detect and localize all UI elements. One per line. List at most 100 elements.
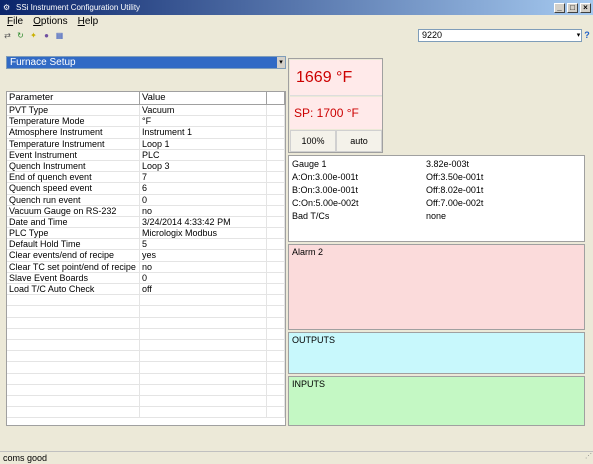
value-cell[interactable] [140, 395, 267, 407]
value-cell[interactable]: Loop 1 [140, 138, 267, 149]
table-row[interactable]: PVT Type Vacuum [7, 105, 285, 117]
gauge-row: Gauge 1 3.82e-003t [292, 158, 582, 170]
spacer-cell [267, 339, 285, 351]
value-cell[interactable] [140, 339, 267, 351]
value-cell[interactable]: PLC [140, 149, 267, 160]
table-row[interactable] [7, 407, 285, 419]
gauge-value: Off:7.00e-002t [426, 198, 484, 208]
value-cell[interactable]: 5 [140, 239, 267, 250]
menu-options[interactable]: Options [33, 16, 67, 27]
table-row[interactable]: Temperature Mode °F [7, 116, 285, 128]
help-bulb-icon[interactable]: ✦ [29, 31, 38, 40]
value-cell[interactable]: °F [140, 116, 267, 127]
spacer-cell [267, 116, 285, 127]
table-row[interactable] [7, 384, 285, 396]
table-row[interactable]: Load T/C Auto Check off [7, 284, 285, 296]
value-cell[interactable] [140, 295, 267, 306]
table-row[interactable]: Clear TC set point/end of recipe no [7, 261, 285, 273]
gauge-label: Gauge 1 [292, 159, 327, 169]
value-cell[interactable]: Loop 3 [140, 160, 267, 172]
table-row[interactable] [7, 306, 285, 318]
value-cell[interactable] [140, 328, 267, 339]
help-icon[interactable]: ? [582, 30, 592, 41]
parameter-cell [7, 407, 140, 418]
value-cell[interactable] [140, 384, 267, 395]
value-cell[interactable] [140, 362, 267, 373]
parameter-cell: Load T/C Auto Check [7, 284, 140, 295]
value-cell[interactable] [140, 373, 267, 384]
column-header-value[interactable]: Value [140, 92, 267, 104]
spacer-cell [267, 373, 285, 384]
table-row[interactable]: Slave Event Boards 0 [7, 272, 285, 284]
table-row[interactable]: Date and Time 3/24/2014 4:33:42 PM [7, 216, 285, 229]
spacer-cell [267, 384, 285, 395]
value-cell[interactable]: 6 [140, 183, 267, 194]
spacer-cell [267, 395, 285, 407]
maximize-button[interactable]: □ [567, 2, 578, 13]
table-row[interactable] [7, 317, 285, 329]
address-combo[interactable]: 9220 [418, 29, 582, 42]
table-row[interactable]: End of quench event 7 [7, 172, 285, 184]
value-cell[interactable]: Micrologix Modbus [140, 228, 267, 239]
table-row[interactable]: Quench Instrument Loop 3 [7, 160, 285, 173]
menu-file[interactable]: File [7, 16, 23, 27]
settings-icon[interactable]: ● [42, 31, 51, 40]
spacer-cell [267, 407, 285, 418]
connect-icon[interactable]: ⇄ [3, 31, 12, 40]
table-row[interactable]: Event Instrument PLC [7, 149, 285, 161]
table-row[interactable]: Default Hold Time 5 [7, 239, 285, 251]
chevron-down-icon[interactable]: ▾ [277, 57, 285, 68]
table-row[interactable] [7, 295, 285, 307]
table-row[interactable]: Quench speed event 6 [7, 183, 285, 195]
value-cell[interactable] [140, 317, 267, 328]
table-row[interactable]: PLC Type Micrologix Modbus [7, 228, 285, 240]
refresh-icon[interactable]: ↻ [16, 31, 25, 40]
value-cell[interactable]: off [140, 284, 267, 295]
value-cell[interactable]: Instrument 1 [140, 127, 267, 138]
parameter-grid[interactable]: Parameter Value PVT Type Vacuum Temperatur… [6, 91, 286, 426]
gauge-label: Bad T/Cs [292, 211, 330, 221]
window-title: SSi Instrument Configuration Utility [16, 3, 141, 12]
parameter-cell: Vacuum Gauge on RS-232 [7, 205, 140, 216]
report-icon[interactable]: ▦ [55, 31, 64, 40]
close-button[interactable]: × [580, 2, 591, 13]
section-select[interactable]: Furnace Setup ▾ [6, 56, 286, 69]
value-cell[interactable] [140, 407, 267, 418]
table-row[interactable]: Atmosphere Instrument Instrument 1 [7, 127, 285, 139]
grid-header: Parameter Value [7, 92, 285, 105]
spacer-cell [267, 272, 285, 283]
menu-help[interactable]: Help [78, 16, 99, 27]
chevron-down-icon[interactable]: ▾ [575, 30, 582, 41]
minimize-button[interactable]: _ [554, 2, 565, 13]
value-cell[interactable]: no [140, 205, 267, 216]
table-row[interactable] [7, 351, 285, 363]
value-cell[interactable]: Vacuum [140, 105, 267, 116]
value-cell[interactable]: no [140, 261, 267, 272]
value-cell[interactable] [140, 306, 267, 317]
table-row[interactable] [7, 339, 285, 352]
parameter-cell [7, 362, 140, 373]
parameter-cell: Date and Time [7, 216, 140, 228]
resize-grip-icon[interactable]: ⋰ [585, 451, 592, 463]
table-row[interactable]: Quench run event 0 [7, 194, 285, 206]
value-cell[interactable]: yes [140, 250, 267, 261]
table-row[interactable] [7, 395, 285, 408]
table-row[interactable]: Temperature Instrument Loop 1 [7, 138, 285, 150]
value-cell[interactable]: 3/24/2014 4:33:42 PM [140, 216, 267, 228]
spacer-cell [267, 183, 285, 194]
value-cell[interactable]: 0 [140, 194, 267, 205]
value-cell[interactable]: 7 [140, 172, 267, 183]
table-row[interactable]: Clear events/end of recipe yes [7, 250, 285, 262]
table-row[interactable] [7, 373, 285, 385]
setpoint-value[interactable]: SP: 1700 °F [290, 97, 382, 129]
value-cell[interactable] [140, 351, 267, 362]
table-row[interactable] [7, 362, 285, 374]
section-select-value: Furnace Setup [10, 57, 76, 68]
gauge-row: Bad T/Cs none [292, 210, 582, 222]
spacer-cell [267, 105, 285, 116]
value-cell[interactable]: 0 [140, 272, 267, 283]
table-row[interactable]: Vacuum Gauge on RS-232 no [7, 205, 285, 217]
table-row[interactable] [7, 328, 285, 340]
column-header-parameter[interactable]: Parameter [7, 92, 140, 104]
control-mode[interactable]: auto [336, 130, 382, 152]
